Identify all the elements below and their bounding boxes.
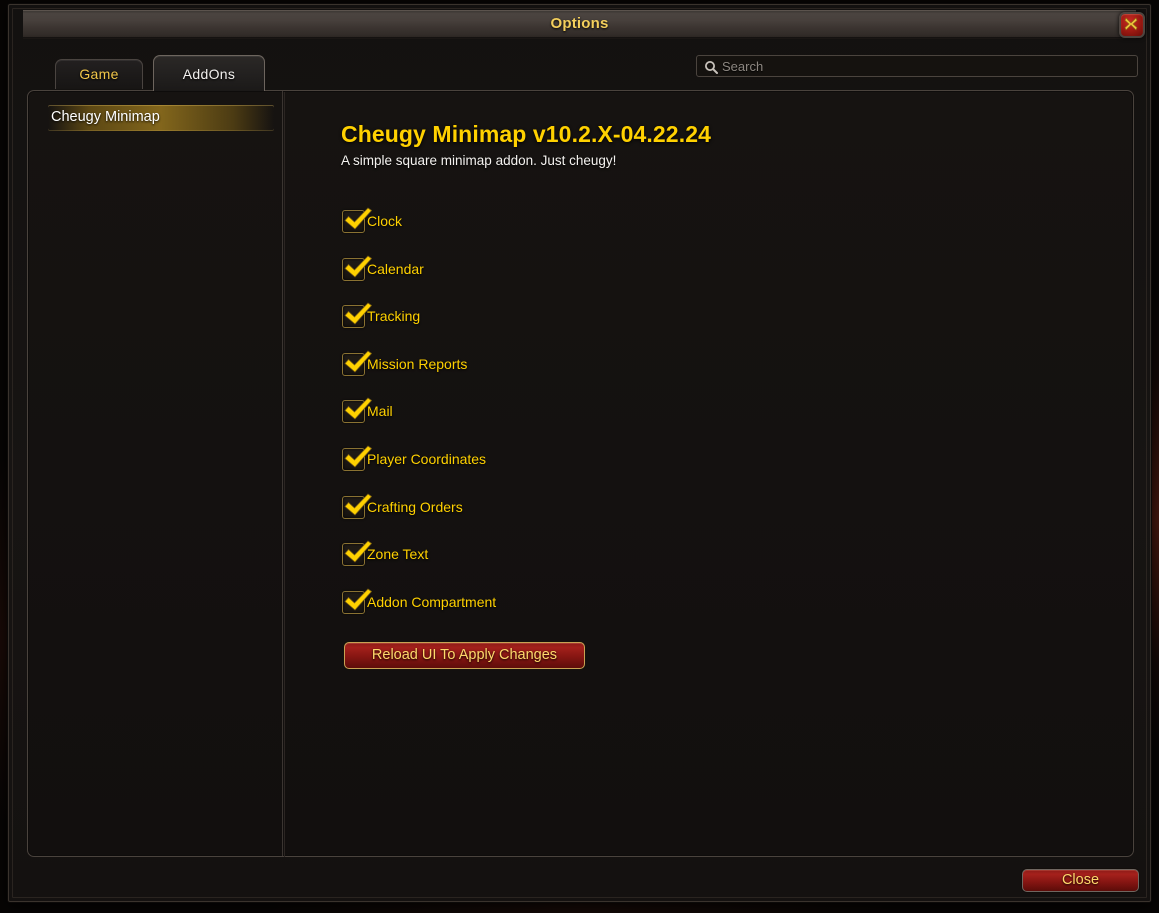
close-icon-button[interactable] xyxy=(1119,12,1145,38)
addon-list-sidebar: Cheugy Minimap xyxy=(28,91,283,856)
checkbox-label: Tracking xyxy=(367,308,421,325)
checkbox-crafting-orders[interactable] xyxy=(342,495,365,519)
page-title: Cheugy Minimap v10.2.X-04.22.24 xyxy=(341,121,711,147)
addon-detail-pane: Cheugy Minimap v10.2.X-04.22.24 A simple… xyxy=(285,91,1133,856)
sidebar-item-label: Cheugy Minimap xyxy=(51,109,160,125)
checkbox-row[interactable]: Tracking xyxy=(342,302,772,353)
tab-addons-label: AddOns xyxy=(182,66,236,82)
checkbox-row[interactable]: Player Coordinates xyxy=(342,445,772,496)
checkbox-label: Calendar xyxy=(367,260,424,277)
reload-ui-button[interactable]: Reload UI To Apply Changes xyxy=(344,642,585,669)
search-placeholder: Search xyxy=(722,59,764,74)
reload-ui-button-label: Reload UI To Apply Changes xyxy=(371,647,558,663)
search-icon xyxy=(704,60,718,79)
checkbox-label: Zone Text xyxy=(367,546,429,563)
checkbox-label: Mail xyxy=(367,403,393,420)
checkbox-mission-reports[interactable] xyxy=(342,352,365,376)
checkbox-mail[interactable] xyxy=(342,400,365,424)
checkbox-addon-compartment[interactable] xyxy=(342,590,365,614)
checkbox-label: Player Coordinates xyxy=(367,450,487,467)
checkbox-clock[interactable] xyxy=(342,210,365,233)
checkbox-player-coordinates[interactable] xyxy=(342,447,365,471)
window-title: Options xyxy=(550,15,609,32)
search-input[interactable]: Search xyxy=(696,55,1138,77)
close-button[interactable]: Close xyxy=(1022,869,1139,892)
close-button-label: Close xyxy=(1061,872,1100,888)
content-frame: Cheugy Minimap Cheugy Minimap v10.2.X-04… xyxy=(27,90,1134,857)
checkbox-label: Crafting Orders xyxy=(367,498,463,515)
checkbox-calendar[interactable] xyxy=(342,257,365,281)
checkbox-tracking[interactable] xyxy=(342,305,365,329)
checkbox-row[interactable]: Addon Compartment xyxy=(342,588,772,639)
options-window: Options Game AddOns Search Cheugy Minima… xyxy=(8,4,1151,902)
checkbox-row[interactable]: Zone Text xyxy=(342,540,772,591)
tab-game[interactable]: Game xyxy=(55,59,143,89)
checkbox-label: Clock xyxy=(367,213,403,229)
checkbox-label: Addon Compartment xyxy=(367,593,497,610)
checkbox-label: Mission Reports xyxy=(367,355,468,372)
page-subtitle: A simple square minimap addon. Just cheu… xyxy=(341,153,617,168)
title-bar: Options xyxy=(23,10,1145,39)
checkbox-zone-text[interactable] xyxy=(342,543,365,567)
checkbox-row[interactable]: Mail xyxy=(342,397,772,448)
options-checkbox-list: Clock Calendar Tracking Mission Reports Mail… xyxy=(342,207,772,639)
sidebar-item-cheugy-minimap[interactable]: Cheugy Minimap xyxy=(48,105,274,131)
checkbox-row[interactable]: Crafting Orders xyxy=(342,493,772,544)
close-icon xyxy=(1124,17,1138,31)
checkbox-row[interactable]: Mission Reports xyxy=(342,350,772,401)
checkbox-row[interactable]: Calendar xyxy=(342,255,772,306)
tab-game-label: Game xyxy=(79,66,119,82)
tab-addons[interactable]: AddOns xyxy=(153,55,265,91)
checkbox-row[interactable]: Clock xyxy=(342,207,772,258)
